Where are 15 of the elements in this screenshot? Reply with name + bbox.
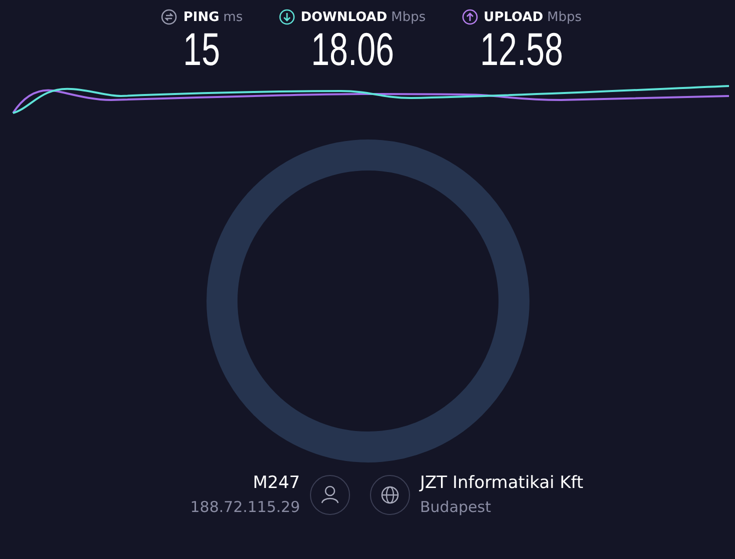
isp-name: M247	[252, 472, 300, 495]
metric-unit: Mbps	[547, 10, 582, 24]
metric-unit: Mbps	[391, 10, 426, 24]
metric-label: PING	[183, 10, 220, 24]
metric-unit: ms	[223, 10, 243, 24]
globe-icon[interactable]	[370, 475, 410, 515]
metric-label: DOWNLOAD	[300, 10, 388, 24]
metric-value: 15	[184, 23, 220, 75]
server-location: Budapest	[420, 497, 492, 518]
metric-value: 18.06	[310, 23, 394, 75]
metric-value: 12.58	[480, 23, 564, 75]
server-name: JZT Informatikai Kft	[420, 472, 584, 495]
user-icon[interactable]	[310, 475, 350, 515]
metric-label: UPLOAD	[484, 10, 544, 24]
ip-address: 188.72.115.29	[190, 497, 300, 518]
